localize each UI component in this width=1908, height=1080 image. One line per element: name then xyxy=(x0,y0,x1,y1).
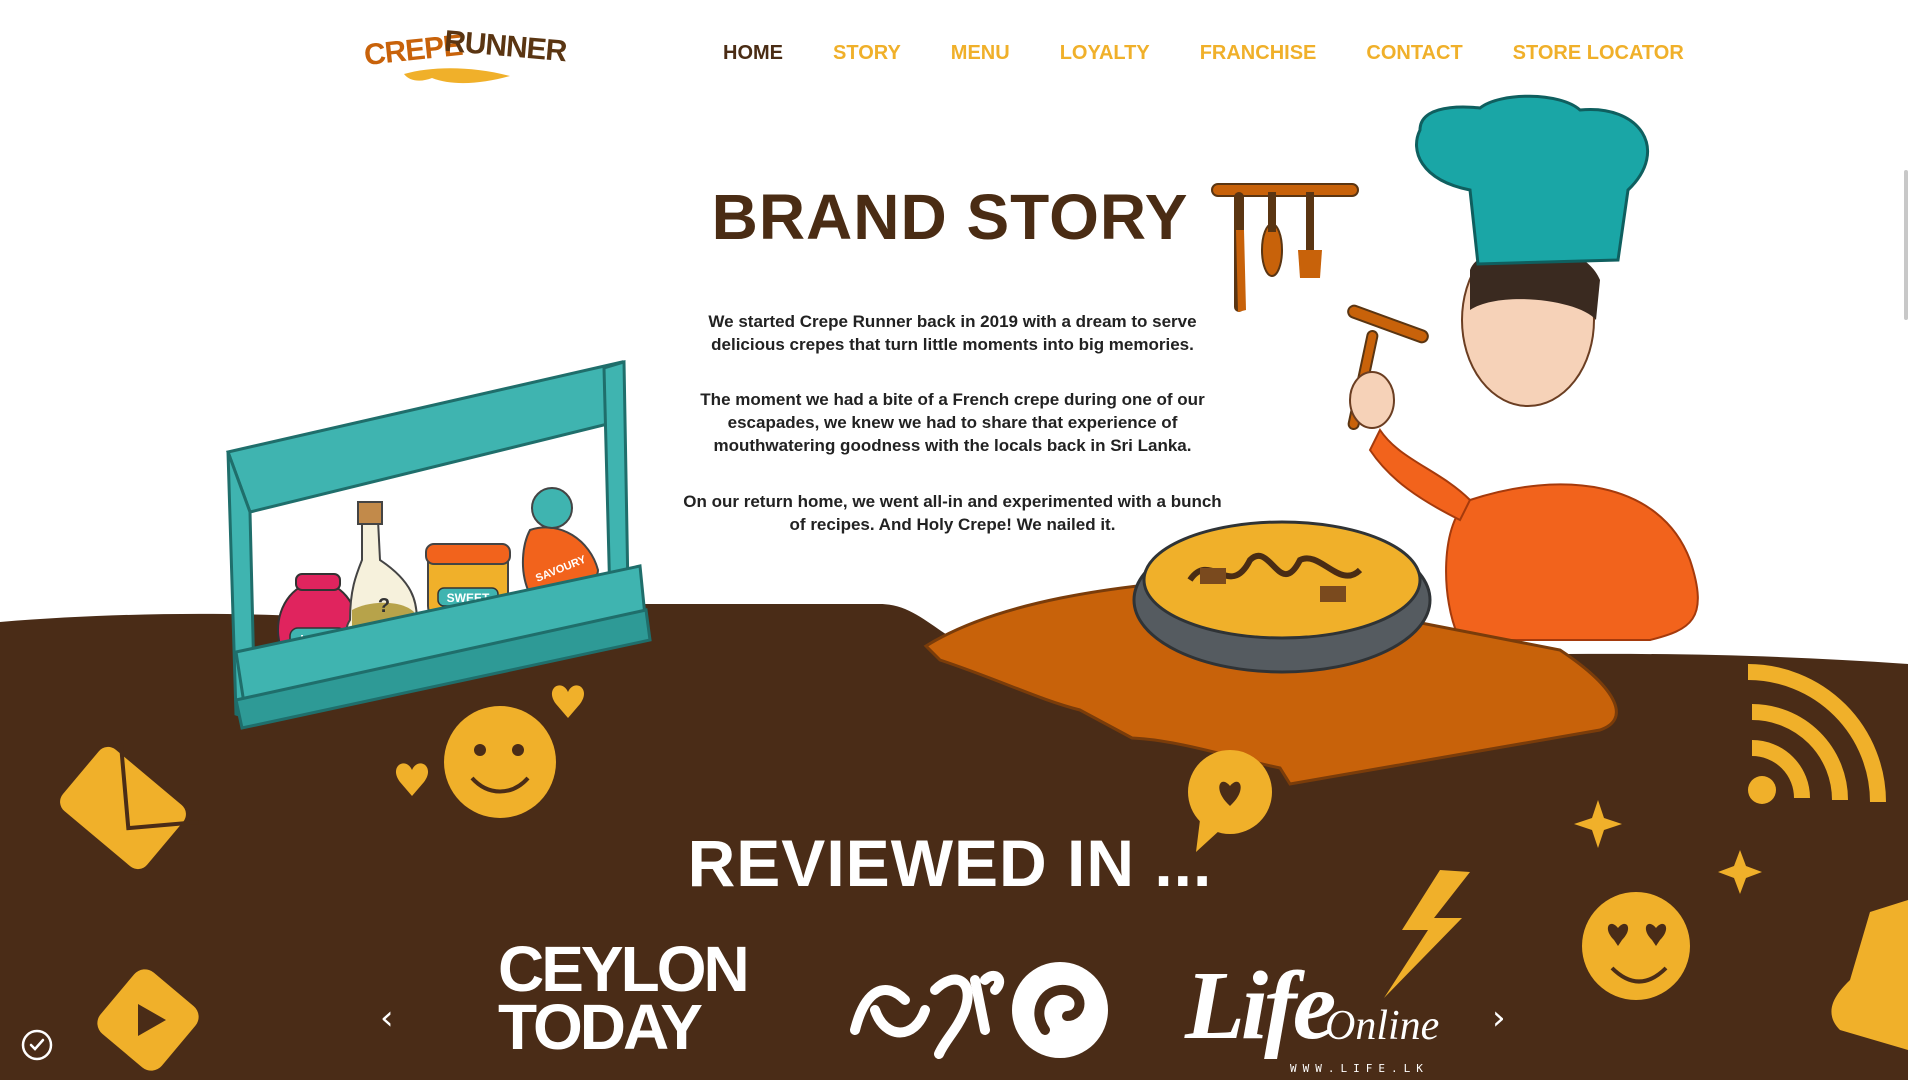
story-paragraph-1: We started Crepe Runner back in 2019 wit… xyxy=(708,312,1197,354)
life-online-logo[interactable]: Life Online WWW.LIFE.LK xyxy=(1185,950,1465,1080)
ceylon-today-line1: CEYLON xyxy=(498,933,750,1005)
carousel-next-button[interactable]: › xyxy=(1492,998,1506,1038)
carousel-prev-button[interactable]: ‹ xyxy=(380,998,394,1038)
story-paragraph-2: The moment we had a bite of a French cre… xyxy=(700,390,1205,455)
accessibility-icon[interactable] xyxy=(20,1028,54,1062)
reviewed-in-title: REVIEWED IN ... xyxy=(687,826,1213,900)
heart-eyes-icon xyxy=(1582,892,1690,1000)
ceylon-today-line2: TODAY xyxy=(498,991,703,1063)
utensils-rack-illustration xyxy=(1211,183,1359,312)
ceylon-today-logo[interactable]: CEYLON TODAY xyxy=(498,933,768,1063)
story-paragraph-3: On our return home, we went all-in and e… xyxy=(683,492,1222,534)
illustration-layer: LOVE ? SWEET SAVOURY xyxy=(0,94,1908,1080)
life-online-sub: Online xyxy=(1325,1003,1440,1049)
brand-story-title: BRAND STORY xyxy=(711,181,1189,253)
smiley-icon xyxy=(444,706,556,818)
jar-mystery-label: ? xyxy=(378,595,390,617)
life-online-url: WWW.LIFE.LK xyxy=(1290,1062,1429,1075)
dhivehi-outlet-logo[interactable] xyxy=(845,950,1115,1060)
life-online-main: Life xyxy=(1185,952,1336,1060)
